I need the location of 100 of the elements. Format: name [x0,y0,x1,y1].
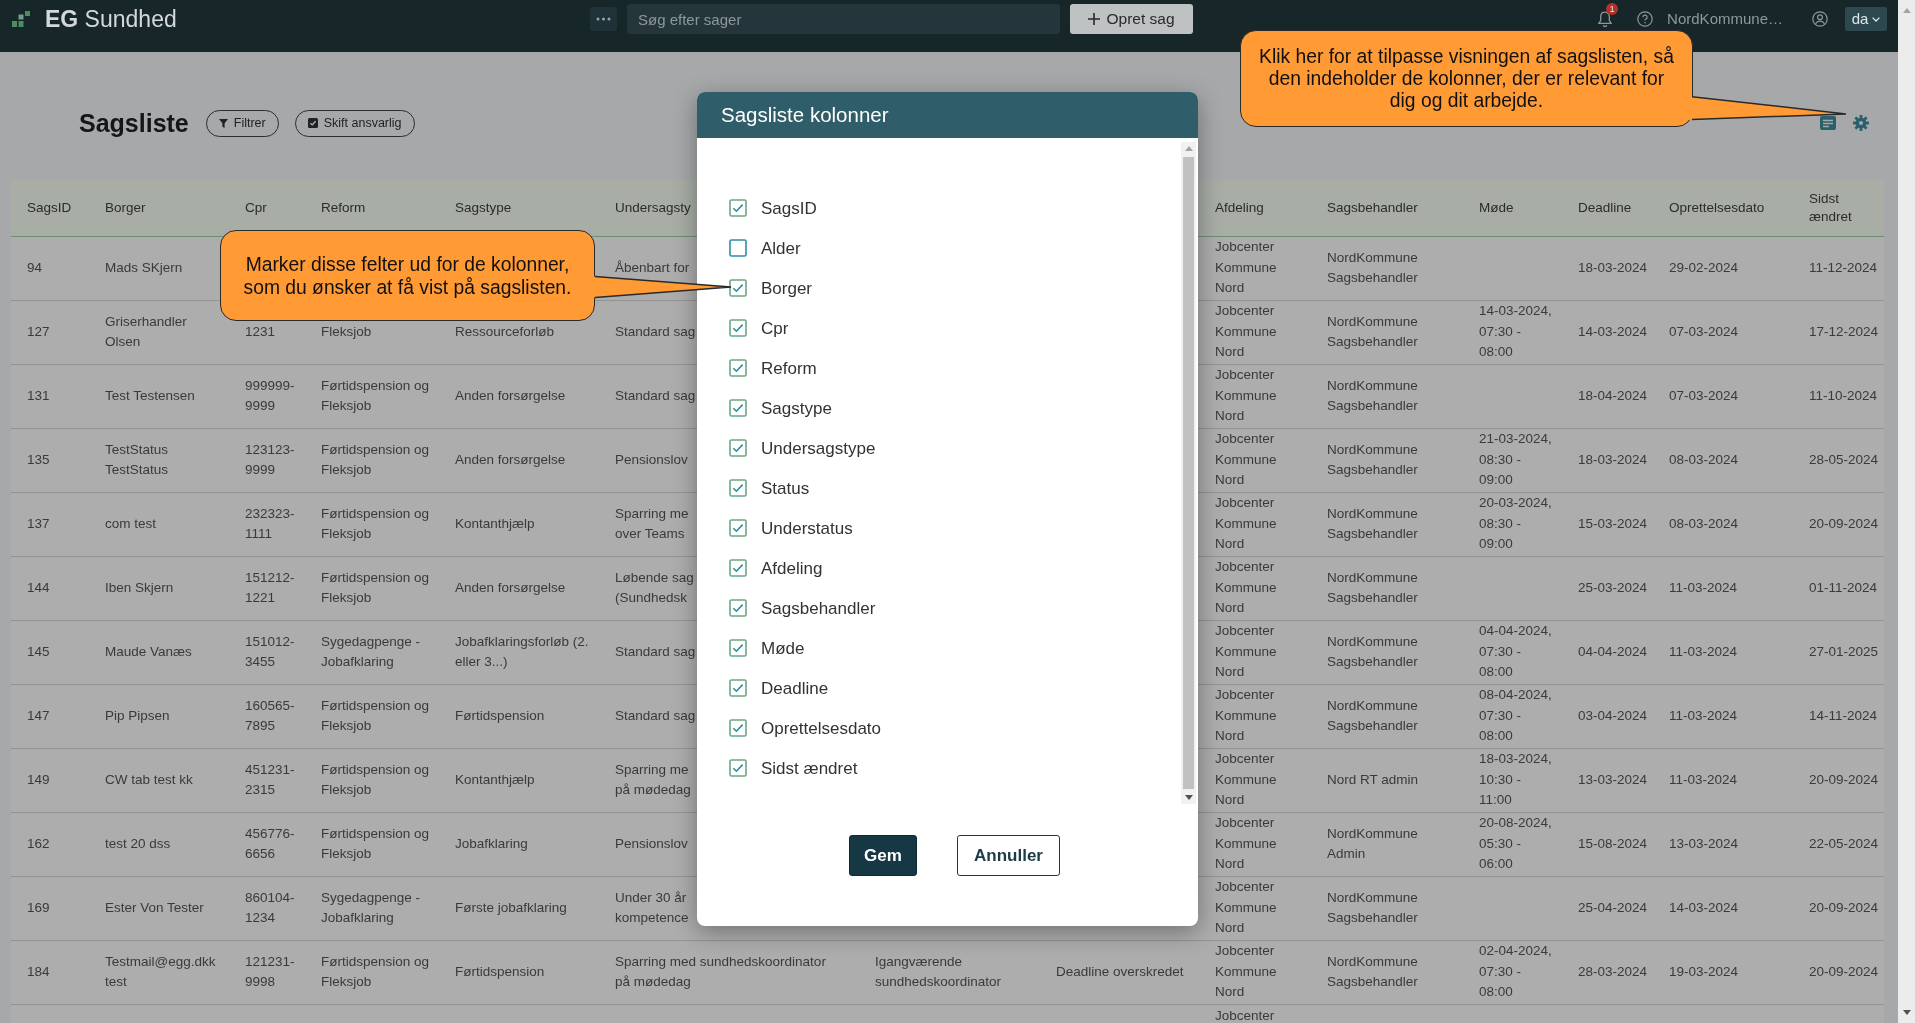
created-date: 29-02-2024 [1669,258,1739,277]
created-date: 07-03-2024 [1669,386,1739,405]
caseworker: NordKommune Sagsbehandler [1327,248,1419,287]
meeting-time: 18-03-2024, 10:30 - 11:00 [1479,750,1553,810]
dialog-title: Sagsliste kolonner [721,104,889,126]
case-id: 137 [27,514,50,533]
scrollbar[interactable] [1181,142,1196,804]
deadline-date: 14-03-2024 [1578,322,1648,341]
scrollbar[interactable] [1898,0,1915,1023]
list-icon[interactable] [1820,116,1836,130]
case-id: 145 [27,642,50,661]
help-icon[interactable] [1637,11,1654,27]
checkbox-label[interactable]: Sagsbehandler [761,599,876,617]
create-case-button[interactable]: Opret sag [1070,4,1193,34]
language-select[interactable]: da [1845,7,1887,31]
case-type: Første jobafklaring [455,898,567,917]
modified-date: 22-05-2024 [1809,834,1879,853]
more-button[interactable] [590,7,617,31]
created-date: 11-03-2024 [1669,642,1738,661]
created-date: 11-03-2024 [1669,706,1738,725]
status-text: Igangværende sundhedskoordinator [875,952,1003,991]
column-header: Deadline [1578,198,1632,217]
checkbox-label[interactable]: Møde [761,639,805,657]
checkbox-label[interactable]: Undersagstype [761,439,876,457]
checkbox-label[interactable]: Status [761,479,810,497]
checkbox[interactable] [729,599,747,617]
checkbox-label[interactable]: SagsID [761,199,817,217]
reform-text: Fleksjob [321,322,372,341]
created-date: 08-03-2024 [1669,450,1739,469]
checkbox[interactable] [729,199,747,217]
created-date: 19-03-2024 [1669,962,1739,981]
deadline-date: 18-04-2024 [1578,386,1648,405]
checkbox[interactable] [729,679,747,697]
modified-date: 11-10-2024 [1809,386,1878,405]
checkbox[interactable] [729,519,747,537]
deadline-date: 18-03-2024 [1578,258,1648,277]
deadline-date: 25-04-2024 [1578,898,1648,917]
checkbox-label[interactable]: Alder [761,239,801,257]
department: Jobcenter Kommune Nord [1215,942,1278,1002]
checkbox[interactable] [729,759,747,777]
case-subtype: Standard sag [615,642,696,661]
reform-text: Førtidspension og Fleksjob [321,696,431,735]
caseworker: NordKommune Sagsbehandler [1327,312,1419,351]
checkbox[interactable] [729,399,747,417]
checkbox-label[interactable]: Understatus [761,519,853,537]
search-field[interactable]: Søg efter sager [627,4,1060,34]
cpr-number: 456776-6656 [245,824,296,863]
checkbox[interactable] [729,319,747,337]
column-header: Undersagsty [615,198,691,217]
checkbox-label[interactable]: Deadline [761,679,829,697]
save-button[interactable]: Gem [849,835,917,876]
user-name[interactable]: NordKommune… [1667,11,1783,27]
user-icon[interactable] [1812,11,1828,27]
checkbox-label[interactable]: Oprettelsesdato [761,719,881,737]
logo-icon [12,11,30,27]
dots-icon [596,17,611,21]
department: Jobcenter Kommune Nord [1215,622,1278,682]
checkbox[interactable] [729,359,747,377]
case-id: 94 [27,258,43,277]
checkbox-label[interactable]: Borger [761,279,813,297]
checkbox-label[interactable]: Sidst ændret [761,759,858,777]
deadline-date: 04-04-2024 [1578,642,1648,661]
case-type: Ressourceforløb [455,322,555,341]
cpr-number: 232323-1111 [245,504,296,543]
bell-icon[interactable] [1598,10,1613,28]
department: Jobcenter Kommune Nord [1215,814,1278,874]
cpr-number: 151212-1221 [245,568,296,607]
checkbox[interactable] [729,279,747,297]
checkbox[interactable] [729,559,747,577]
column-header: Sagsbehandler [1327,198,1418,217]
settings-icon[interactable] [1853,115,1869,131]
case-type: Anden forsørgelse [455,386,566,405]
checkbox-label[interactable]: Afdeling [761,559,823,577]
modified-date: 28-05-2024 [1809,450,1879,469]
case-subtype: Under 30 år kompetence [615,888,689,927]
meeting-time: 02-04-2024, 07:30 - 08:00 [1479,942,1553,1002]
checkbox-label[interactable]: Cpr [761,319,789,337]
checkbox-label[interactable]: Sagstype [761,399,832,417]
checkbox[interactable] [729,719,747,737]
case-id: 184 [27,962,50,981]
caseworker: NordKommune Sagsbehandler [1327,952,1419,991]
substatus-text: Deadline overskredet [1056,962,1184,981]
cancel-button[interactable]: Annuller [957,835,1060,876]
modified-date: 20-09-2024 [1809,770,1879,789]
case-subtype: Pensionslov [615,450,688,469]
filter-icon [218,118,228,128]
column-header: SagsID [27,198,72,217]
checkbox[interactable] [729,239,747,257]
checkbox[interactable] [729,439,747,457]
meeting-time: 08-04-2024, 07:30 - 08:00 [1479,686,1553,746]
checkbox[interactable] [729,479,747,497]
checkbox-label[interactable]: Reform [761,359,817,377]
cpr-number: 160565-7895 [245,696,296,735]
column-header: Cpr [245,198,267,217]
department: Jobcenter Kommune Nord [1215,558,1278,618]
case-id: 162 [27,834,50,853]
case-subtype: Standard sag [615,322,696,341]
checkbox[interactable] [729,639,747,657]
department: Jobcenter Kommune Nord [1215,238,1278,298]
created-date: 13-03-2024 [1669,834,1739,853]
